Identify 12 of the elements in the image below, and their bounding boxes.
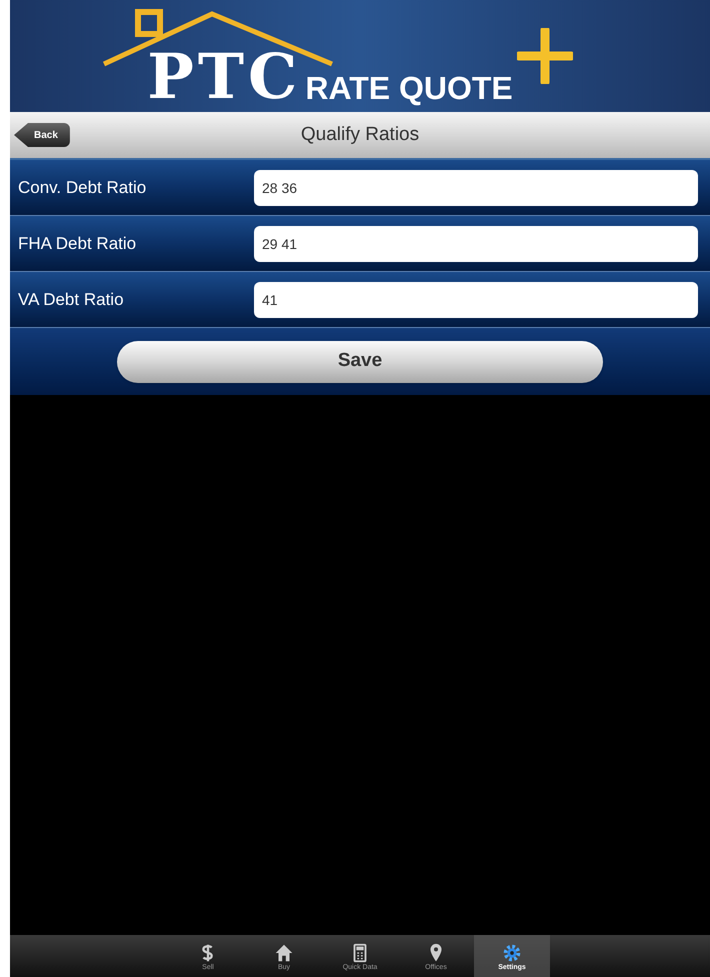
input-field[interactable]: 29 41 [254, 226, 698, 262]
field-label: VA Debt Ratio [17, 288, 125, 311]
logo-text: RATE QUOTE [305, 72, 513, 104]
field-label: FHA Debt Ratio [17, 232, 138, 255]
field-label: Conv. Debt Ratio [17, 176, 148, 199]
screen-title: Qualify Ratios [300, 122, 420, 147]
plus-icon [516, 28, 573, 84]
back-button[interactable]: Back [14, 123, 70, 147]
input-field[interactable]: 41 [254, 282, 698, 318]
input-field[interactable]: 28 36 [254, 170, 698, 206]
save-button[interactable]: Save [117, 340, 603, 382]
logo-letters: PTC [147, 46, 302, 108]
